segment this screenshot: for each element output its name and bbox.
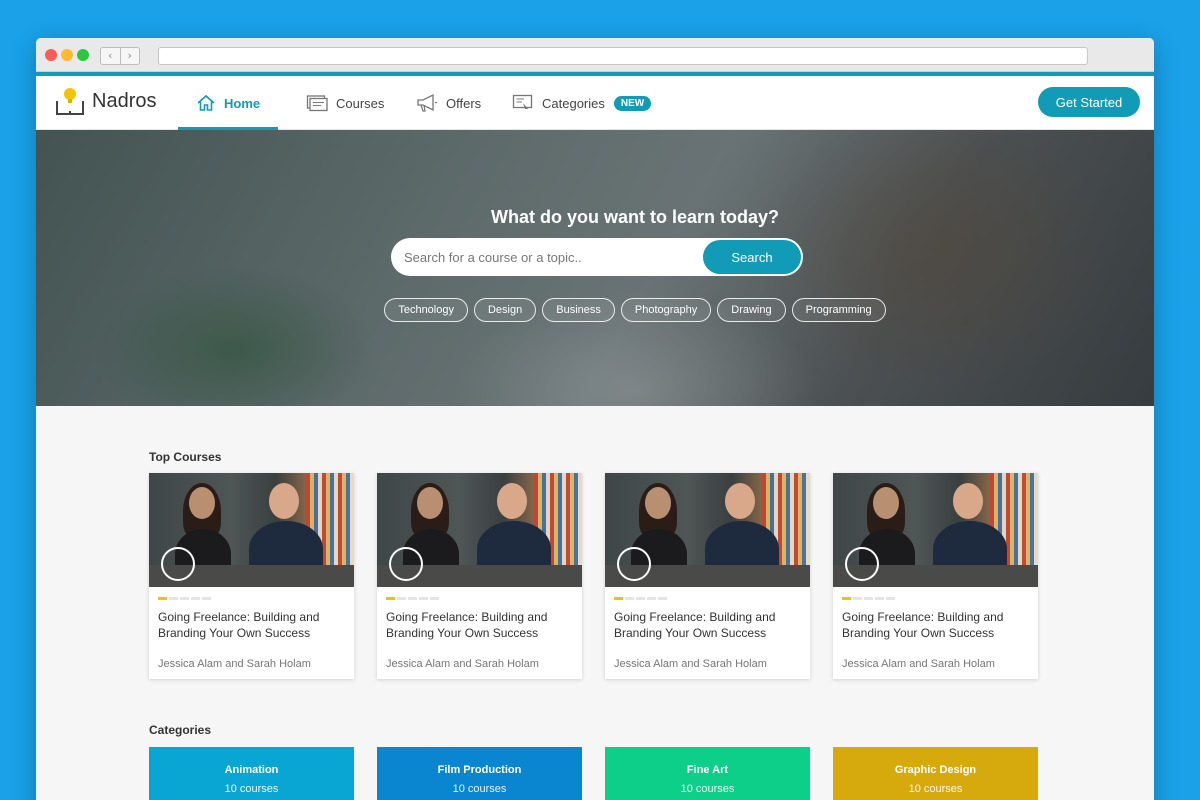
category-card-film-production[interactable]: Film Production 10 courses	[377, 747, 582, 800]
topic-tags: Technology Design Business Photography D…	[36, 298, 1154, 322]
category-count: 10 courses	[224, 783, 279, 795]
course-authors: Jessica Alam and Sarah Holam	[158, 658, 311, 670]
course-list: Going Freelance: Building and Branding Y…	[149, 473, 1038, 679]
nav-offers-label: Offers	[446, 95, 482, 111]
site-navbar: Nadros Home Courses Offers Categories NE…	[36, 76, 1154, 130]
tag-design[interactable]: Design	[473, 298, 537, 322]
megaphone-icon	[417, 93, 437, 112]
category-name: Film Production	[437, 764, 522, 776]
course-authors: Jessica Alam and Sarah Holam	[614, 658, 767, 670]
minimize-window-button[interactable]	[61, 49, 73, 61]
category-name: Graphic Design	[894, 764, 977, 776]
course-authors: Jessica Alam and Sarah Holam	[386, 658, 539, 670]
tag-drawing[interactable]: Drawing	[717, 298, 786, 322]
hero-search: Search	[391, 238, 803, 276]
browser-toolbar: ‹ ›	[36, 38, 1154, 72]
nav-courses[interactable]: Courses	[306, 76, 384, 130]
forward-arrow-icon[interactable]: ›	[121, 48, 140, 64]
tag-photography[interactable]: Photography	[620, 298, 712, 322]
category-count: 10 courses	[908, 783, 963, 795]
search-input[interactable]	[391, 238, 701, 276]
home-icon	[197, 94, 215, 111]
nav-offers[interactable]: Offers	[416, 76, 481, 130]
course-card[interactable]: Going Freelance: Building and Branding Y…	[377, 473, 582, 679]
course-card[interactable]: Going Freelance: Building and Branding Y…	[149, 473, 354, 679]
tag-business[interactable]: Business	[542, 298, 615, 322]
book-bulb-logo-icon	[54, 85, 86, 117]
course-thumbnail	[833, 473, 1038, 587]
course-title: Going Freelance: Building and Branding Y…	[842, 610, 1004, 640]
browser-window: ‹ › Nadros Home Courses Offers Categorie…	[36, 38, 1154, 800]
main-content: Top Courses Going Freelance: Building an…	[36, 406, 1154, 800]
maximize-window-button[interactable]	[77, 49, 89, 61]
course-card[interactable]: Going Freelance: Building and Branding Y…	[605, 473, 810, 679]
course-thumbnail	[605, 473, 810, 587]
logo[interactable]: Nadros	[54, 85, 156, 117]
courses-icon	[306, 95, 328, 112]
course-title: Going Freelance: Building and Branding Y…	[614, 610, 776, 640]
course-progress	[386, 597, 439, 600]
address-bar[interactable]	[158, 47, 1088, 65]
hero-banner: What do you want to learn today? Search …	[36, 130, 1154, 406]
search-button[interactable]: Search	[703, 240, 801, 274]
new-badge: NEW	[613, 95, 652, 111]
course-progress	[842, 597, 895, 600]
course-title: Going Freelance: Building and Branding Y…	[386, 610, 548, 640]
top-courses-heading: Top Courses	[149, 450, 222, 464]
hero-title: What do you want to learn today?	[491, 207, 779, 227]
nav-categories-label: Categories	[542, 95, 605, 111]
category-name: Animation	[224, 764, 279, 776]
tag-programming[interactable]: Programming	[791, 298, 886, 322]
category-card-graphic-design[interactable]: Graphic Design 10 courses	[833, 747, 1038, 800]
categories-icon	[512, 94, 533, 109]
category-count: 10 courses	[680, 783, 735, 795]
get-started-button[interactable]: Get Started	[1038, 87, 1140, 117]
category-count: 10 courses	[452, 783, 507, 795]
course-thumbnail	[149, 473, 354, 587]
tag-technology[interactable]: Technology	[384, 298, 468, 322]
close-window-button[interactable]	[45, 49, 57, 61]
category-list: Animation 10 courses Film Production 10 …	[149, 747, 1038, 800]
brand-emblem-icon	[617, 547, 651, 581]
nav-courses-label: Courses	[336, 95, 385, 111]
course-title: Going Freelance: Building and Branding Y…	[158, 610, 320, 640]
course-authors: Jessica Alam and Sarah Holam	[842, 658, 995, 670]
course-thumbnail	[377, 473, 582, 587]
nav-home-label: Home	[224, 95, 261, 111]
brand-emblem-icon	[389, 547, 423, 581]
category-name: Fine Art	[686, 764, 729, 776]
nav-home[interactable]: Home	[196, 76, 260, 130]
course-progress	[614, 597, 667, 600]
brand-emblem-icon	[161, 547, 195, 581]
categories-heading: Categories	[149, 723, 212, 737]
category-card-fine-art[interactable]: Fine Art 10 courses	[605, 747, 810, 800]
category-card-animation[interactable]: Animation 10 courses	[149, 747, 354, 800]
course-card[interactable]: Going Freelance: Building and Branding Y…	[833, 473, 1038, 679]
nav-categories[interactable]: Categories NEW	[512, 76, 652, 130]
course-progress	[158, 597, 211, 600]
browser-nav-buttons: ‹ ›	[100, 47, 140, 65]
brand-name: Nadros	[92, 89, 157, 112]
back-arrow-icon[interactable]: ‹	[101, 48, 121, 64]
brand-emblem-icon	[845, 547, 879, 581]
